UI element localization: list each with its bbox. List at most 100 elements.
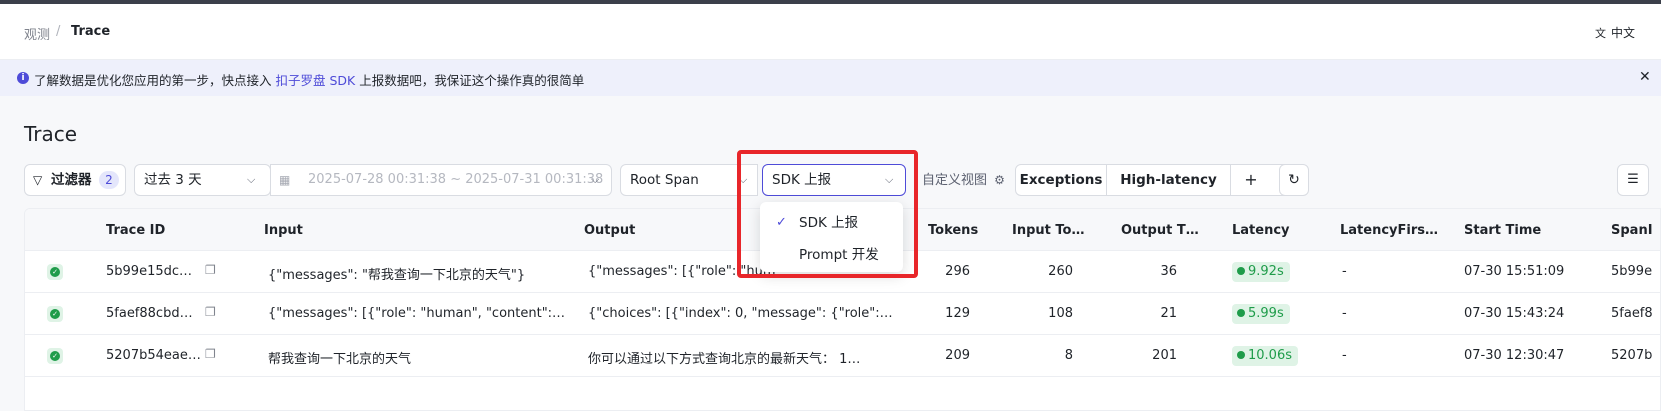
status-success-icon: ✓ bbox=[47, 348, 63, 364]
status-success-icon: ✓ bbox=[47, 264, 63, 280]
status-success-icon: ✓ bbox=[47, 306, 63, 322]
add-view-button[interactable]: + bbox=[1231, 165, 1271, 195]
report-source-dropdown: ✓ SDK 上报 Prompt 开发 bbox=[760, 202, 903, 272]
view-tab-exceptions[interactable]: Exceptions bbox=[1016, 165, 1106, 195]
gear-icon: ⚙ bbox=[994, 173, 1005, 187]
column-header-start-time[interactable]: Start Time bbox=[1464, 223, 1541, 238]
tokens-cell: 129 bbox=[945, 306, 970, 321]
custom-view-label: 自定义视图 bbox=[922, 173, 988, 188]
latency-first-cell: - bbox=[1342, 306, 1347, 321]
span-type-select[interactable]: Root Span ⌵ bbox=[620, 164, 758, 196]
dropdown-option-prompt[interactable]: Prompt 开发 bbox=[760, 240, 903, 270]
breadcrumb-parent[interactable]: 观测 bbox=[24, 24, 50, 43]
copy-icon[interactable]: ❐ bbox=[205, 347, 216, 361]
filter-button[interactable]: ▽ 过滤器 2 bbox=[24, 164, 126, 196]
banner-text-after: 上报数据吧，我保证这个操作真的很简单 bbox=[355, 73, 585, 88]
column-settings-icon: ☰ bbox=[1627, 172, 1639, 187]
latency-badge: 5.99s bbox=[1232, 304, 1290, 324]
date-range-picker[interactable]: ▦ 2025-07-28 00:31:38 ~ 2025-07-31 00:31… bbox=[270, 164, 612, 196]
chevron-down-icon: ⌵ bbox=[591, 173, 600, 186]
span-id-cell: 5207b bbox=[1611, 348, 1653, 363]
breadcrumb-separator: / bbox=[56, 24, 61, 39]
filter-count-badge: 2 bbox=[99, 171, 119, 189]
input-tokens-cell: 8 bbox=[1064, 348, 1073, 363]
span-id-cell: 5b99e bbox=[1611, 264, 1653, 279]
span-id-cell: 5faef8 bbox=[1611, 306, 1653, 321]
filter-icon: ▽ bbox=[33, 173, 43, 187]
output-tokens-cell: 201 bbox=[1152, 348, 1177, 363]
column-header-latency-first[interactable]: LatencyFirs… bbox=[1340, 223, 1438, 238]
input-cell: {"messages": [{"role": "human", "content… bbox=[268, 306, 566, 321]
banner-text-before: 了解数据是优化您应用的第一步，快点接入 bbox=[34, 73, 276, 88]
info-banner: i 了解数据是优化您应用的第一步，快点接入 扣子罗盘 SDK 上报数据吧，我保证… bbox=[0, 60, 1661, 96]
latency-value: 10.06s bbox=[1248, 348, 1292, 363]
page-title: Trace bbox=[24, 122, 78, 146]
dropdown-option-label: Prompt 开发 bbox=[799, 247, 879, 263]
latency-first-cell: - bbox=[1342, 348, 1347, 363]
filter-label: 过滤器 bbox=[51, 172, 92, 188]
sdk-link[interactable]: 扣子罗盘 SDK bbox=[275, 73, 355, 88]
column-settings-button[interactable]: ☰ bbox=[1617, 164, 1649, 196]
latency-value: 5.99s bbox=[1248, 306, 1284, 321]
time-range-value: 过去 3 天 bbox=[144, 172, 202, 188]
view-tabs: Exceptions High-latency + bbox=[1015, 164, 1301, 196]
start-time-cell: 07-30 15:43:24 bbox=[1464, 306, 1565, 321]
dropdown-option-sdk[interactable]: ✓ SDK 上报 bbox=[760, 208, 903, 238]
tokens-cell: 296 bbox=[945, 264, 970, 279]
trace-id-cell: 5b99e15dc… bbox=[106, 264, 193, 279]
date-range-value: 2025-07-28 00:31:38 ~ 2025-07-31 00:31:3… bbox=[308, 172, 604, 187]
page-header: 观测 / Trace 文中文 bbox=[0, 4, 1661, 60]
column-header-input[interactable]: Input bbox=[264, 223, 303, 238]
language-switch[interactable]: 文中文 bbox=[1595, 24, 1635, 41]
tokens-cell: 209 bbox=[945, 348, 970, 363]
view-tab-high-latency[interactable]: High-latency bbox=[1107, 165, 1230, 195]
chevron-down-icon: ⌵ bbox=[885, 173, 894, 186]
trace-id-cell: 5faef88cbd… bbox=[106, 306, 193, 321]
table-row[interactable]: ✓ 5faef88cbd… ❐ {"messages": [{"role": "… bbox=[25, 293, 1660, 335]
table-row[interactable]: ✓ 5207b54eae… ❐ 帮我查询一下北京的天气 你可以通过以下方式查询北… bbox=[25, 335, 1660, 377]
clock-icon bbox=[1237, 309, 1245, 317]
column-header-tokens[interactable]: Tokens bbox=[928, 223, 978, 238]
time-range-select[interactable]: 过去 3 天 ⌵ bbox=[134, 164, 271, 196]
input-cell: 帮我查询一下北京的天气 bbox=[268, 352, 412, 367]
latency-badge: 10.06s bbox=[1232, 346, 1298, 366]
check-icon: ✓ bbox=[776, 215, 787, 230]
refresh-button[interactable]: ↻ bbox=[1279, 164, 1309, 196]
latency-value: 9.92s bbox=[1248, 264, 1284, 279]
output-cell: {"messages": [{"role": "hum bbox=[588, 264, 776, 279]
column-header-span-id[interactable]: SpanI bbox=[1611, 223, 1653, 238]
column-header-latency[interactable]: Latency bbox=[1232, 223, 1290, 238]
report-source-value: SDK 上报 bbox=[772, 172, 832, 188]
span-type-value: Root Span bbox=[630, 172, 699, 188]
clock-icon bbox=[1237, 267, 1245, 275]
output-tokens-cell: 36 bbox=[1160, 264, 1177, 279]
breadcrumb-current: Trace bbox=[71, 24, 111, 39]
dropdown-option-label: SDK 上报 bbox=[799, 215, 859, 231]
chevron-down-icon: ⌵ bbox=[247, 173, 256, 186]
refresh-icon: ↻ bbox=[1288, 172, 1300, 188]
info-icon: i bbox=[17, 72, 29, 84]
start-time-cell: 07-30 12:30:47 bbox=[1464, 348, 1565, 363]
latency-first-cell: - bbox=[1342, 264, 1347, 279]
column-header-input-tokens[interactable]: Input To… bbox=[1012, 223, 1084, 238]
input-tokens-cell: 108 bbox=[1048, 306, 1073, 321]
latency-badge: 9.92s bbox=[1232, 262, 1290, 282]
input-tokens-cell: 260 bbox=[1048, 264, 1073, 279]
copy-icon[interactable]: ❐ bbox=[205, 263, 216, 277]
chevron-down-icon: ⌵ bbox=[739, 173, 748, 186]
start-time-cell: 07-30 15:51:09 bbox=[1464, 264, 1565, 279]
output-cell: {"choices": [{"index": 0, "message": {"r… bbox=[588, 306, 893, 321]
column-header-trace-id[interactable]: Trace ID bbox=[106, 223, 165, 238]
custom-view-button[interactable]: 自定义视图 ⚙ bbox=[922, 164, 1005, 196]
copy-icon[interactable]: ❐ bbox=[205, 305, 216, 319]
column-header-output[interactable]: Output bbox=[584, 223, 635, 238]
input-cell: {"messages": "帮我查询一下北京的天气"} bbox=[268, 268, 526, 283]
calendar-icon: ▦ bbox=[279, 173, 291, 187]
close-icon[interactable]: ✕ bbox=[1639, 69, 1651, 85]
banner-text: 了解数据是优化您应用的第一步，快点接入 扣子罗盘 SDK 上报数据吧，我保证这个… bbox=[34, 70, 584, 89]
trace-id-cell: 5207b54eae… bbox=[106, 348, 201, 363]
translate-icon: 文 bbox=[1595, 27, 1606, 40]
output-tokens-cell: 21 bbox=[1160, 306, 1177, 321]
report-source-select[interactable]: SDK 上报 ⌵ bbox=[762, 164, 906, 196]
column-header-output-tokens[interactable]: Output T… bbox=[1121, 223, 1199, 238]
